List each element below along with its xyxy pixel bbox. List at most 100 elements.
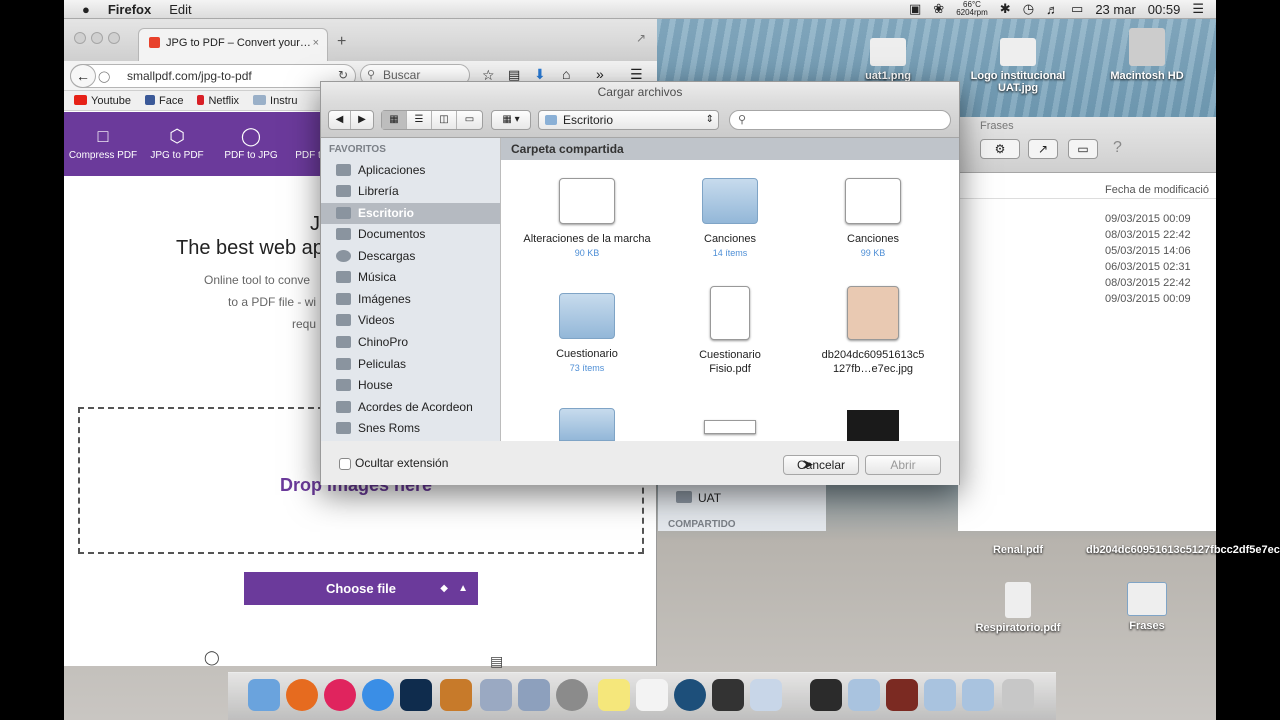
- folder-icon[interactable]: [559, 408, 615, 441]
- tab-active[interactable]: JPG to PDF – Convert your… ×: [138, 28, 328, 61]
- trash-icon[interactable]: [1002, 679, 1034, 711]
- desktop-icon[interactable]: db204dc60951613c5127fbcc2df5e7ec.jpg: [1086, 544, 1280, 556]
- firefox-icon[interactable]: [286, 679, 318, 711]
- applications-folder-icon[interactable]: [848, 679, 880, 711]
- url-bar[interactable]: smallpdf.com/jpg-to-pdf: [70, 64, 356, 88]
- fan-icon[interactable]: ❀: [933, 1, 944, 17]
- sidebar-item-imagenes[interactable]: Imágenes: [321, 289, 500, 310]
- tool-pdf-to-jpg[interactable]: ◯ PDF to JPG: [214, 112, 288, 176]
- sidebar-item-acordes[interactable]: Acordes de Acordeon: [321, 397, 500, 418]
- screen-icon[interactable]: ▣: [909, 1, 921, 17]
- keynote-icon[interactable]: [440, 679, 472, 711]
- file-item[interactable]: db204dc60951613c5127fb…e7ec.jpg: [803, 286, 943, 376]
- menu-list-icon[interactable]: ☰: [1192, 1, 1204, 17]
- dialog-search-field[interactable]: ⚲: [729, 110, 951, 130]
- tag-icon[interactable]: ▭: [1068, 139, 1098, 159]
- desktop-icon[interactable]: uat1.png: [828, 38, 948, 82]
- back-button[interactable]: ←: [70, 64, 96, 88]
- file-item[interactable]: Cuestionario Fisio.pdf: [660, 286, 800, 376]
- tool-jpg-to-pdf[interactable]: ⬡ JPG to PDF: [140, 112, 214, 176]
- sidebar-item-libreria[interactable]: Librería: [321, 181, 500, 202]
- sidebar-item-videos[interactable]: Videos: [321, 310, 500, 331]
- bookmark-item[interactable]: Instru: [253, 94, 298, 107]
- sidebar-item-escritorio[interactable]: Escritorio: [321, 203, 500, 224]
- apple-icon[interactable]: ●: [82, 2, 90, 17]
- fullscreen-icon[interactable]: ↗: [636, 31, 646, 45]
- sidebar-item-musica[interactable]: Música: [321, 267, 500, 288]
- bluetooth-icon[interactable]: ✱: [1000, 1, 1011, 17]
- finder-sidebar-uat[interactable]: UAT: [698, 491, 721, 505]
- gear-icon[interactable]: ⚙: [980, 139, 1020, 159]
- location-popup[interactable]: Escritorio ⇕: [538, 110, 719, 130]
- time-machine-icon[interactable]: [674, 679, 706, 711]
- sidebar-item-chinopro[interactable]: ChinoPro: [321, 332, 500, 353]
- column-header-date[interactable]: Fecha de modificació: [958, 181, 1216, 199]
- help-icon[interactable]: ?: [1113, 139, 1122, 157]
- list-view-icon[interactable]: ☰: [407, 111, 432, 129]
- sidebar-item-descargas[interactable]: Descargas: [321, 246, 500, 267]
- reminders-icon[interactable]: [636, 679, 668, 711]
- forward-icon[interactable]: ▶: [351, 111, 373, 129]
- file-item[interactable]: Canciones 99 KB: [803, 178, 943, 260]
- site-identity-icon[interactable]: ◯: [98, 70, 110, 83]
- desktop-icon[interactable]: Logo institucional UAT.jpg: [958, 38, 1078, 94]
- view-mode-control[interactable]: ▦ ☰ ◫ ▭: [381, 110, 483, 130]
- open-button[interactable]: Abrir: [865, 455, 941, 475]
- bookmark-item[interactable]: Youtube: [74, 94, 131, 107]
- close-tab-icon[interactable]: ×: [313, 37, 319, 49]
- finder-path-label[interactable]: Frases: [980, 120, 1014, 132]
- column-view-icon[interactable]: ◫: [432, 111, 457, 129]
- back-forward-control[interactable]: ◀ ▶: [328, 110, 374, 130]
- sidebar-item-peliculas[interactable]: Peliculas: [321, 354, 500, 375]
- desktop-icon[interactable]: Renal.pdf: [958, 544, 1078, 556]
- back-icon[interactable]: ◀: [329, 111, 351, 129]
- coverflow-view-icon[interactable]: ▭: [457, 111, 482, 129]
- desktop-icon[interactable]: Macintosh HD: [1087, 28, 1207, 82]
- temperature-readout[interactable]: 66°C 6204rpm: [956, 1, 988, 17]
- file-item[interactable]: Alteraciones de la marcha 90 KB: [517, 178, 657, 260]
- finder-row-date[interactable]: 06/03/2015 02:31: [1105, 261, 1191, 273]
- finder-row-date[interactable]: 08/03/2015 22:42: [1105, 277, 1191, 289]
- image-capture-icon[interactable]: [750, 679, 782, 711]
- overflow-icon[interactable]: »: [596, 66, 604, 82]
- volume-icon[interactable]: ♬: [1046, 2, 1059, 17]
- terminal-icon[interactable]: [712, 679, 744, 711]
- system-preferences-icon[interactable]: [556, 679, 588, 711]
- folder-item[interactable]: Canciones 14 ítems: [660, 178, 800, 260]
- launchpad-icon[interactable]: [810, 679, 842, 711]
- sidebar-item-aplicaciones[interactable]: Aplicaciones: [321, 160, 500, 181]
- stickies-icon[interactable]: [598, 679, 630, 711]
- choose-file-button[interactable]: Choose file ◆ ▲: [244, 572, 478, 605]
- arrange-icon[interactable]: ▦ ▾: [492, 111, 530, 129]
- menu-app-name[interactable]: Firefox: [108, 2, 151, 17]
- finder-row-date[interactable]: 09/03/2015 00:09: [1105, 213, 1191, 225]
- zoom-window-button[interactable]: [108, 32, 120, 44]
- bookmark-item[interactable]: Face: [144, 94, 183, 107]
- menu-edit[interactable]: Edit: [169, 2, 191, 17]
- sidebar-item-snes-roms[interactable]: Snes Roms: [321, 418, 500, 439]
- sidebar-item-house[interactable]: House: [321, 375, 500, 396]
- tool-compress-pdf[interactable]: □ Compress PDF: [66, 112, 140, 176]
- image-thumbnail-icon[interactable]: [847, 410, 899, 441]
- folder-item[interactable]: Cuestionario 73 ítems: [517, 293, 657, 375]
- minimize-window-button[interactable]: [91, 32, 103, 44]
- app-store-icon[interactable]: [362, 679, 394, 711]
- sidebar-item-documentos[interactable]: Documentos: [321, 224, 500, 245]
- finder-row-date[interactable]: 08/03/2015 22:42: [1105, 229, 1191, 241]
- reload-icon[interactable]: ↻: [338, 68, 348, 82]
- itunes-icon[interactable]: [324, 679, 356, 711]
- finder-row-date[interactable]: 05/03/2015 14:06: [1105, 245, 1191, 257]
- downloads-folder-icon[interactable]: [924, 679, 956, 711]
- dropbox-icon[interactable]: ◆: [440, 572, 448, 605]
- home-icon[interactable]: ⌂: [562, 66, 570, 82]
- share-icon[interactable]: ↗: [1028, 139, 1058, 159]
- new-tab-icon[interactable]: +: [337, 33, 346, 51]
- cancel-button[interactable]: Cancelar: [783, 455, 859, 475]
- documents-folder-icon[interactable]: [962, 679, 994, 711]
- google-drive-icon[interactable]: ▲: [458, 572, 468, 605]
- finder-icon[interactable]: [248, 679, 280, 711]
- hide-extension-checkbox[interactable]: [339, 458, 351, 470]
- menu-date[interactable]: 23 mar: [1095, 2, 1135, 17]
- desktop-icon[interactable]: Respiratorio.pdf: [958, 582, 1078, 634]
- battery-icon[interactable]: ▭: [1071, 1, 1083, 17]
